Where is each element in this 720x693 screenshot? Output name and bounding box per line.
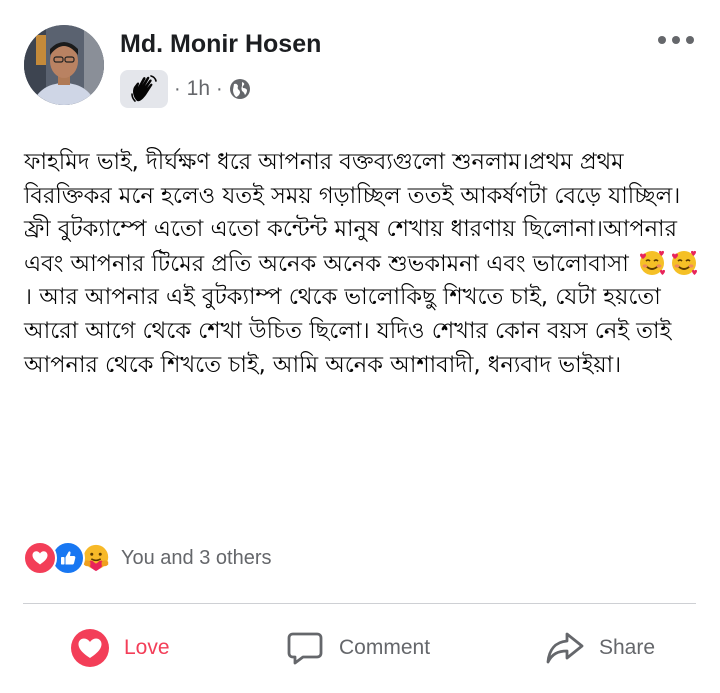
comment-label: Comment <box>339 636 431 659</box>
avatar-image <box>24 25 104 105</box>
love-button[interactable]: Love <box>70 622 170 674</box>
post-text-part1: ফাহমিদ ভাই, দীর্ঘক্ষণ ধরে আপনার বক্তব্যগ… <box>24 149 681 277</box>
globe-icon <box>229 78 251 100</box>
meta-separator: · <box>216 77 223 100</box>
share-button[interactable]: Share <box>545 622 655 674</box>
comment-icon <box>287 632 323 665</box>
reactions-summary[interactable]: You and 3 others <box>23 540 272 576</box>
smiling-face-with-hearts-icon <box>639 250 665 275</box>
love-icon <box>71 629 109 667</box>
meta-separator: · <box>174 77 181 100</box>
post-text: ফাহমিদ ভাই, দীর্ঘক্ষণ ধরে আপনার বক্তব্যগ… <box>24 146 700 382</box>
share-icon <box>546 632 584 664</box>
more-options-icon[interactable] <box>658 30 694 50</box>
share-label: Share <box>599 636 656 659</box>
reactions-count-text[interactable]: You and 3 others <box>121 547 272 570</box>
waving-hand-icon[interactable] <box>120 70 168 108</box>
author-name[interactable]: Md. Monir Hosen <box>120 30 321 59</box>
divider <box>23 603 696 604</box>
comment-button[interactable]: Comment <box>285 622 430 674</box>
author-avatar[interactable] <box>24 25 104 105</box>
post-text-part2: । আর আপনার এই বুটক্যাম্প থেকে ভালোকিছু শ… <box>24 284 672 378</box>
smiling-face-with-hearts-icon <box>671 250 697 275</box>
post-meta: · 1h · <box>120 70 251 108</box>
love-label: Love <box>124 636 170 659</box>
love-reaction-icon <box>23 541 57 575</box>
post-timestamp[interactable]: 1h <box>187 77 210 101</box>
post-card: Md. Monir Hosen · 1h · ফাহমিদ ভাই, দীর্ঘ… <box>0 0 720 693</box>
